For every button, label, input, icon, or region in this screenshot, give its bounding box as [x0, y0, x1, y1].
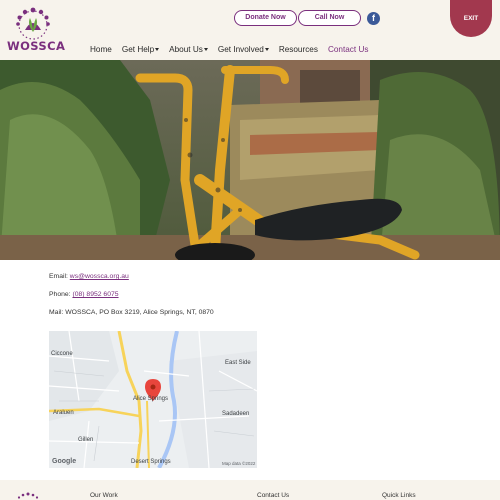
nav-item-about-us[interactable]: About Us: [169, 44, 208, 54]
nav-item-home[interactable]: Home: [90, 44, 112, 54]
contact-email-line: Email: ws@wossca.org.au: [49, 273, 129, 280]
caret-down-icon: [155, 47, 160, 51]
logo-text: WOSSCA: [7, 39, 66, 53]
facebook-icon[interactable]: f: [367, 12, 380, 25]
google-map[interactable]: Ciccone East Side Alice Springs Araluen …: [49, 331, 257, 468]
site-footer: [0, 480, 500, 500]
map-data-attribution: Map data ©2022: [222, 461, 256, 466]
map-label: Sadadeen: [222, 411, 250, 417]
nav-item-get-involved[interactable]: Get Involved: [218, 44, 269, 54]
contact-phone-line: Phone: (08) 8952 6075: [49, 291, 119, 298]
nav-item-resources[interactable]: Resources: [279, 44, 318, 54]
map-label: East Side: [225, 360, 251, 366]
nav-item-label: About Us: [169, 44, 203, 54]
phone-label: Phone:: [49, 291, 71, 298]
footer-heading-our-work: Our Work: [90, 492, 118, 499]
phone-link[interactable]: (08) 8952 6075: [72, 291, 118, 298]
nav-item-label: Home: [90, 44, 112, 54]
hero-image: [0, 60, 500, 260]
main-nav: Home Get Help About Us Get Involved Reso…: [90, 44, 378, 54]
nav-item-label: Get Involved: [217, 44, 264, 54]
map-label: Alice Springs: [133, 396, 169, 402]
donate-now-button[interactable]: Donate Now: [234, 10, 297, 26]
map-label: Desert Springs: [131, 459, 171, 465]
footer-heading-contact-us: Contact Us: [257, 492, 290, 499]
map-label: Ciccone: [51, 351, 73, 357]
google-attribution: Google: [52, 458, 77, 465]
map-label: Araluen: [53, 410, 74, 416]
caret-down-icon: [203, 47, 208, 51]
site-header: WOSSCA Donate Now Call Now f EXIT Home G…: [0, 0, 500, 60]
contact-mail-line: Mail: WOSSCA, PO Box 3219, Alice Springs…: [49, 309, 214, 316]
footer-logo: [17, 492, 39, 499]
nav-item-get-help[interactable]: Get Help: [121, 44, 160, 54]
nav-item-label: Resources: [278, 44, 318, 54]
email-link[interactable]: ws@wossca.org.au: [70, 273, 129, 280]
call-now-button[interactable]: Call Now: [298, 10, 361, 26]
mail-label: Mail:: [49, 309, 64, 316]
nav-item-label: Get Help: [121, 44, 155, 54]
exit-button[interactable]: EXIT: [450, 0, 492, 37]
email-label: Email:: [49, 273, 68, 280]
footer-heading-quick-links: Quick Links: [382, 492, 416, 499]
mail-address: WOSSCA, PO Box 3219, Alice Springs, NT, …: [65, 309, 214, 316]
nav-item-label: Contact Us: [327, 44, 369, 54]
caret-down-icon: [264, 47, 269, 51]
map-label: Gillen: [78, 437, 94, 443]
nav-item-contact-us[interactable]: Contact Us: [328, 44, 369, 54]
